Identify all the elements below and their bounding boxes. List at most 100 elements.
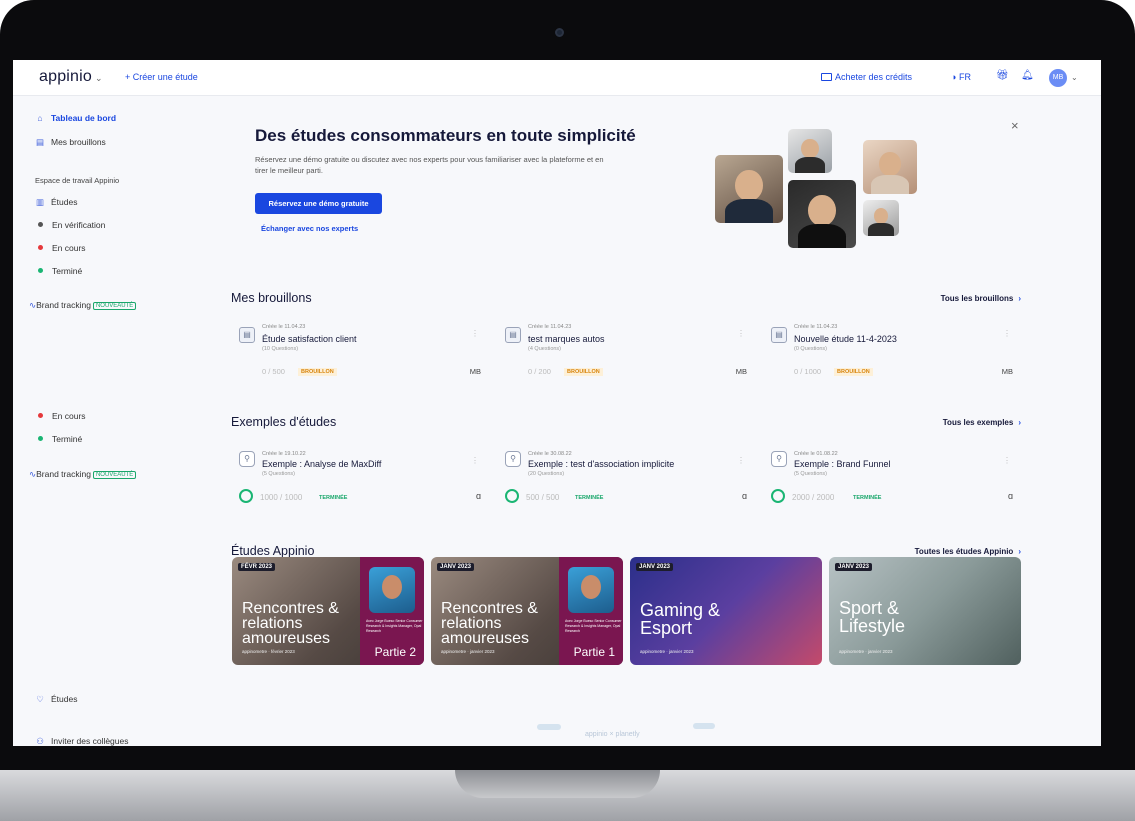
sidebar-item-brand-tracking[interactable]: ∿Brand tracking NOUVEAUTÉ <box>29 300 137 311</box>
more-options-icon[interactable]: ⋮ <box>737 329 745 338</box>
sidebar-item-studies[interactable]: ▥ Études <box>35 197 77 208</box>
face-shape <box>873 207 889 225</box>
respondent-count: 1000 / 1000 <box>260 493 303 502</box>
card-created-date: Créée le 30.08.22 <box>528 451 572 457</box>
sidebar-item-invite[interactable]: ⚇ Inviter des collègues <box>35 736 128 746</box>
chevron-right-icon: › <box>1018 547 1021 556</box>
search-icon: ⚲ <box>505 451 521 467</box>
see-all-drafts-link[interactable]: Tous les brouillons › <box>941 294 1021 303</box>
owner-initials: MB <box>469 367 481 376</box>
sidebar-item-brand-tracking[interactable]: ∿Brand tracking NOUVEAUTÉ <box>29 469 137 480</box>
cloud-shape <box>537 724 561 730</box>
example-card[interactable]: ⚲ Créée le 30.08.22 Exemple : test d'ass… <box>497 448 759 518</box>
example-card[interactable]: ⚲ Créée le 19.10.22 Exemple : Analyse de… <box>231 448 493 518</box>
language-selector[interactable]: ◑ FR <box>951 72 971 82</box>
expert-photo <box>715 155 783 223</box>
chevron-down-icon[interactable]: ⌄ <box>1071 73 1078 82</box>
globe-icon: ◑ <box>951 72 957 82</box>
respondent-count: 0 / 1000 <box>794 367 822 376</box>
sidebar-item-finished[interactable]: Terminé <box>35 266 82 276</box>
status-badge: BROUILLON <box>298 368 337 376</box>
status-badge: TERMINÉE <box>319 495 348 501</box>
see-all-appinio-studies-link[interactable]: Toutes les études Appinio › <box>915 547 1021 556</box>
users-icon: ⚇ <box>36 736 44 746</box>
sidebar-item-finished[interactable]: Terminé <box>35 434 82 444</box>
study-tile[interactable]: JANV 2023 Sport & Lifestyle appinometre … <box>829 557 1021 665</box>
study-subtitle: appinometre · janvier 2023 <box>640 649 694 654</box>
card-question-count: (0 Questions) <box>794 346 828 352</box>
app-logo[interactable]: appinio ⌄ <box>39 68 103 86</box>
examples-section-title: Exemples d'études <box>231 415 337 429</box>
search-icon: ⚲ <box>771 451 787 467</box>
sidebar-item-label: Brand tracking <box>36 469 91 479</box>
close-icon[interactable]: × <box>1011 118 1019 133</box>
sidebar-item-label: Mes brouillons <box>51 137 106 147</box>
card-question-count: (5 Questions) <box>794 471 828 477</box>
sidebar-item-label: En cours <box>52 243 86 253</box>
footer-brand: appinio × planetly <box>585 731 640 738</box>
create-study-button[interactable]: + Créer une étude <box>125 72 198 82</box>
sidebar-item-dashboard[interactable]: ⌂ Tableau de bord <box>35 113 116 123</box>
logo-text: appinio <box>39 68 93 85</box>
book-demo-button[interactable]: Réservez une démo gratuite <box>255 193 382 214</box>
appinio-q-icon: ɑ <box>1007 491 1013 501</box>
status-dot <box>38 222 43 227</box>
document-icon: ▤ <box>239 327 255 343</box>
sidebar-item-in-progress[interactable]: En cours <box>35 411 86 421</box>
presenter-caption: Avec Jorge Bueso Senior Consumer Researc… <box>366 619 423 633</box>
sidebar-item-label: Tableau de bord <box>51 113 117 123</box>
more-options-icon[interactable]: ⋮ <box>1003 329 1011 338</box>
card-title: Exemple : Analyse de MaxDiff <box>262 459 382 469</box>
presenter-photo <box>369 567 415 613</box>
chevron-down-icon: ⌄ <box>95 73 103 83</box>
expert-photo <box>863 140 917 194</box>
respondent-count: 2000 / 2000 <box>792 493 835 502</box>
sidebar-item-in-progress[interactable]: En cours <box>35 243 86 253</box>
see-all-examples-link[interactable]: Tous les exemples › <box>943 418 1021 427</box>
buy-credits-button[interactable]: Acheter des crédits <box>821 72 912 82</box>
sidebar-item-drafts[interactable]: ▤ Mes brouillons <box>35 137 106 148</box>
gift-icon[interactable]: 🎁︎ <box>996 70 1009 81</box>
more-options-icon[interactable]: ⋮ <box>471 456 479 465</box>
draft-card[interactable]: ▤ Créée le 11.04.23 Étude satisfaction c… <box>231 321 493 391</box>
sidebar-item-label: Brand tracking <box>36 300 91 310</box>
presenter-photo <box>568 567 614 613</box>
draft-card[interactable]: ▤ Créée le 11.04.23 Nouvelle étude 11-4-… <box>763 321 1025 391</box>
document-icon: ▤ <box>771 327 787 343</box>
sidebar-item-studies-bottom[interactable]: ♡ Études <box>35 694 77 705</box>
respondent-count: 500 / 500 <box>526 493 560 502</box>
sidebar: ⌂ Tableau de bord ▤ Mes brouillons Espace … <box>13 96 218 746</box>
experts-link[interactable]: Échanger avec nos experts <box>261 224 358 233</box>
drafts-section-title: Mes brouillons <box>231 291 312 305</box>
example-card[interactable]: ⚲ Créée le 01.08.22 Exemple : Brand Funn… <box>763 448 1025 518</box>
study-title: Gaming & Esport <box>640 600 721 638</box>
sidebar-item-label: En cours <box>52 411 86 421</box>
study-tile[interactable]: JANV 2023 Gaming & Esport appinometre · … <box>630 557 822 665</box>
status-badge: BROUILLON <box>834 368 873 376</box>
expert-photo <box>788 180 856 248</box>
bell-icon[interactable]: 🔔︎ <box>1021 70 1034 81</box>
study-tile[interactable]: Avec Jorge Bueso Senior Consumer Researc… <box>232 557 424 665</box>
study-title: Rencontres & relations amoureuses <box>242 600 339 647</box>
more-options-icon[interactable]: ⋮ <box>1003 456 1011 465</box>
more-options-icon[interactable]: ⋮ <box>737 456 745 465</box>
status-badge: TERMINÉE <box>853 495 882 501</box>
link-label: Tous les brouillons <box>940 294 1014 303</box>
appinio-studies-section-title: Études Appinio <box>231 544 315 558</box>
sidebar-item-label: Études <box>51 197 78 207</box>
sidebar-item-in-review[interactable]: En vérification <box>35 220 105 230</box>
study-subtitle: appinometre · février 2023 <box>242 649 295 654</box>
respondent-count: 0 / 500 <box>262 367 285 376</box>
workspace-label: Espace de travail Appinio <box>35 176 120 185</box>
draft-card[interactable]: ▤ Créée le 11.04.23 test marques autos (… <box>497 321 759 391</box>
card-question-count: (20 Questions) <box>528 471 565 477</box>
avatar[interactable]: MB <box>1049 69 1067 87</box>
sidebar-item-label: Terminé <box>52 266 83 276</box>
link-label: Toutes les études Appinio <box>914 547 1014 556</box>
more-options-icon[interactable]: ⋮ <box>471 329 479 338</box>
search-icon: ⚲ <box>239 451 255 467</box>
study-tile[interactable]: Avec Jorge Bueso Senior Consumer Researc… <box>431 557 623 665</box>
study-date-badge: JANV 2023 <box>437 563 475 571</box>
document-icon: ▤ <box>505 327 521 343</box>
body-shape <box>868 223 894 236</box>
